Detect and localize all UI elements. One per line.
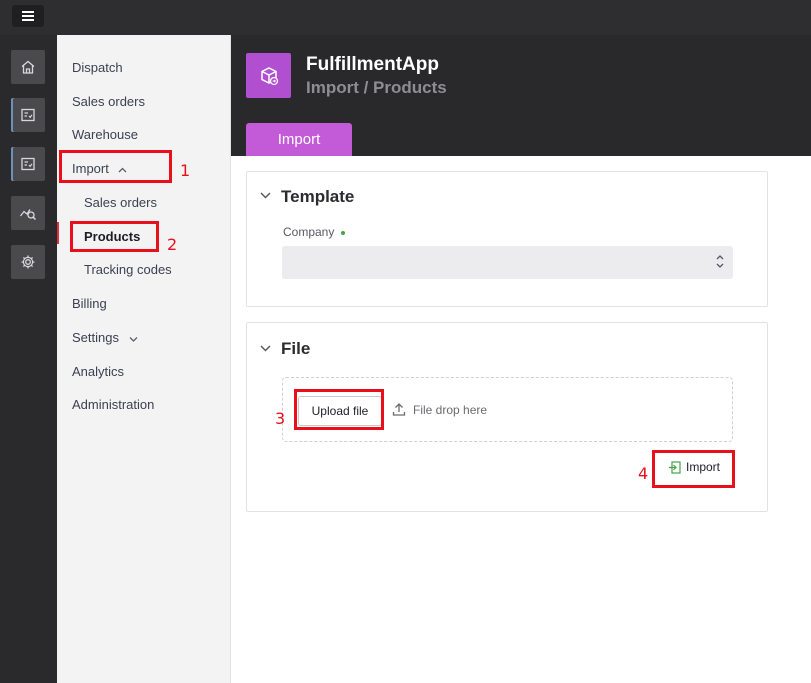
file-drop-text: File drop here — [413, 403, 488, 417]
menu-button[interactable] — [12, 5, 44, 27]
required-indicator — [341, 230, 346, 235]
checklist-icon — [21, 108, 35, 122]
sidebar-item-sales-orders[interactable]: Sales orders — [72, 94, 145, 109]
company-field-label: Company — [283, 225, 346, 239]
file-section-title: File — [281, 339, 311, 358]
sidebar-item-billing[interactable]: Billing — [72, 296, 107, 311]
company-select[interactable] — [282, 246, 733, 279]
checklist-icon — [21, 157, 35, 171]
chevron-down-icon[interactable] — [260, 192, 271, 199]
top-bar — [0, 0, 811, 35]
tab-import[interactable]: Import — [246, 123, 352, 156]
active-item-marker — [57, 222, 59, 244]
home-icon — [21, 60, 35, 74]
rail-analytics-button[interactable] — [11, 196, 45, 230]
upload-file-button[interactable]: Upload file — [298, 396, 382, 426]
sidebar-item-dispatch[interactable]: Dispatch — [72, 60, 123, 75]
annotation-label-1: 1 — [180, 161, 191, 180]
sidebar-item-administration[interactable]: Administration — [72, 397, 154, 412]
rail-import-button[interactable] — [11, 147, 45, 181]
breadcrumb: Import / Products — [306, 78, 447, 97]
rail-home-button[interactable] — [11, 50, 45, 84]
upload-icon — [392, 403, 406, 416]
company-label-text: Company — [283, 225, 335, 239]
sidebar-item-import[interactable]: Import — [72, 161, 127, 176]
select-arrows-icon — [716, 255, 724, 268]
page-header: FulfillmentApp Import / Products Import — [231, 35, 811, 156]
app-title: FulfillmentApp — [306, 54, 439, 75]
package-icon — [260, 66, 278, 85]
chevron-up-icon — [119, 167, 127, 173]
file-panel: File Upload file File drop here Import — [246, 322, 768, 512]
import-button-label: Import — [685, 460, 720, 474]
annotation-label-4: 4 — [638, 464, 649, 483]
annotation-label-2: 2 — [167, 235, 178, 254]
chevron-down-icon[interactable] — [260, 345, 271, 352]
sidebar-item-settings-label: Settings — [72, 330, 119, 345]
analytics-icon — [19, 209, 37, 221]
sidebar-item-warehouse[interactable]: Warehouse — [72, 127, 138, 142]
template-section-title: Template — [281, 187, 355, 206]
app-logo — [246, 53, 291, 98]
sidebar-item-import-label: Import — [72, 161, 109, 176]
gear-icon — [21, 255, 35, 269]
hamburger-icon — [22, 11, 34, 21]
sidebar-item-analytics[interactable]: Analytics — [72, 364, 124, 379]
rail-settings-button[interactable] — [11, 245, 45, 279]
annotation-label-3: 3 — [275, 409, 286, 428]
import-icon — [668, 460, 681, 474]
sidebar-nav: Dispatch Sales orders Warehouse Import S… — [57, 35, 231, 683]
icon-rail — [0, 35, 57, 683]
sidebar-item-settings[interactable]: Settings — [72, 330, 138, 345]
rail-orders-button[interactable] — [11, 98, 45, 132]
template-panel: Template Company — [246, 171, 768, 307]
sidebar-item-import-sales-orders[interactable]: Sales orders — [84, 195, 157, 210]
file-drop-zone[interactable]: Upload file File drop here — [282, 377, 733, 442]
main-content: FulfillmentApp Import / Products Import … — [231, 35, 811, 683]
sidebar-item-import-tracking-codes[interactable]: Tracking codes — [84, 262, 172, 277]
chevron-down-icon — [129, 336, 138, 342]
sidebar-item-import-products[interactable]: Products — [84, 229, 140, 244]
import-button[interactable]: Import — [659, 454, 729, 480]
